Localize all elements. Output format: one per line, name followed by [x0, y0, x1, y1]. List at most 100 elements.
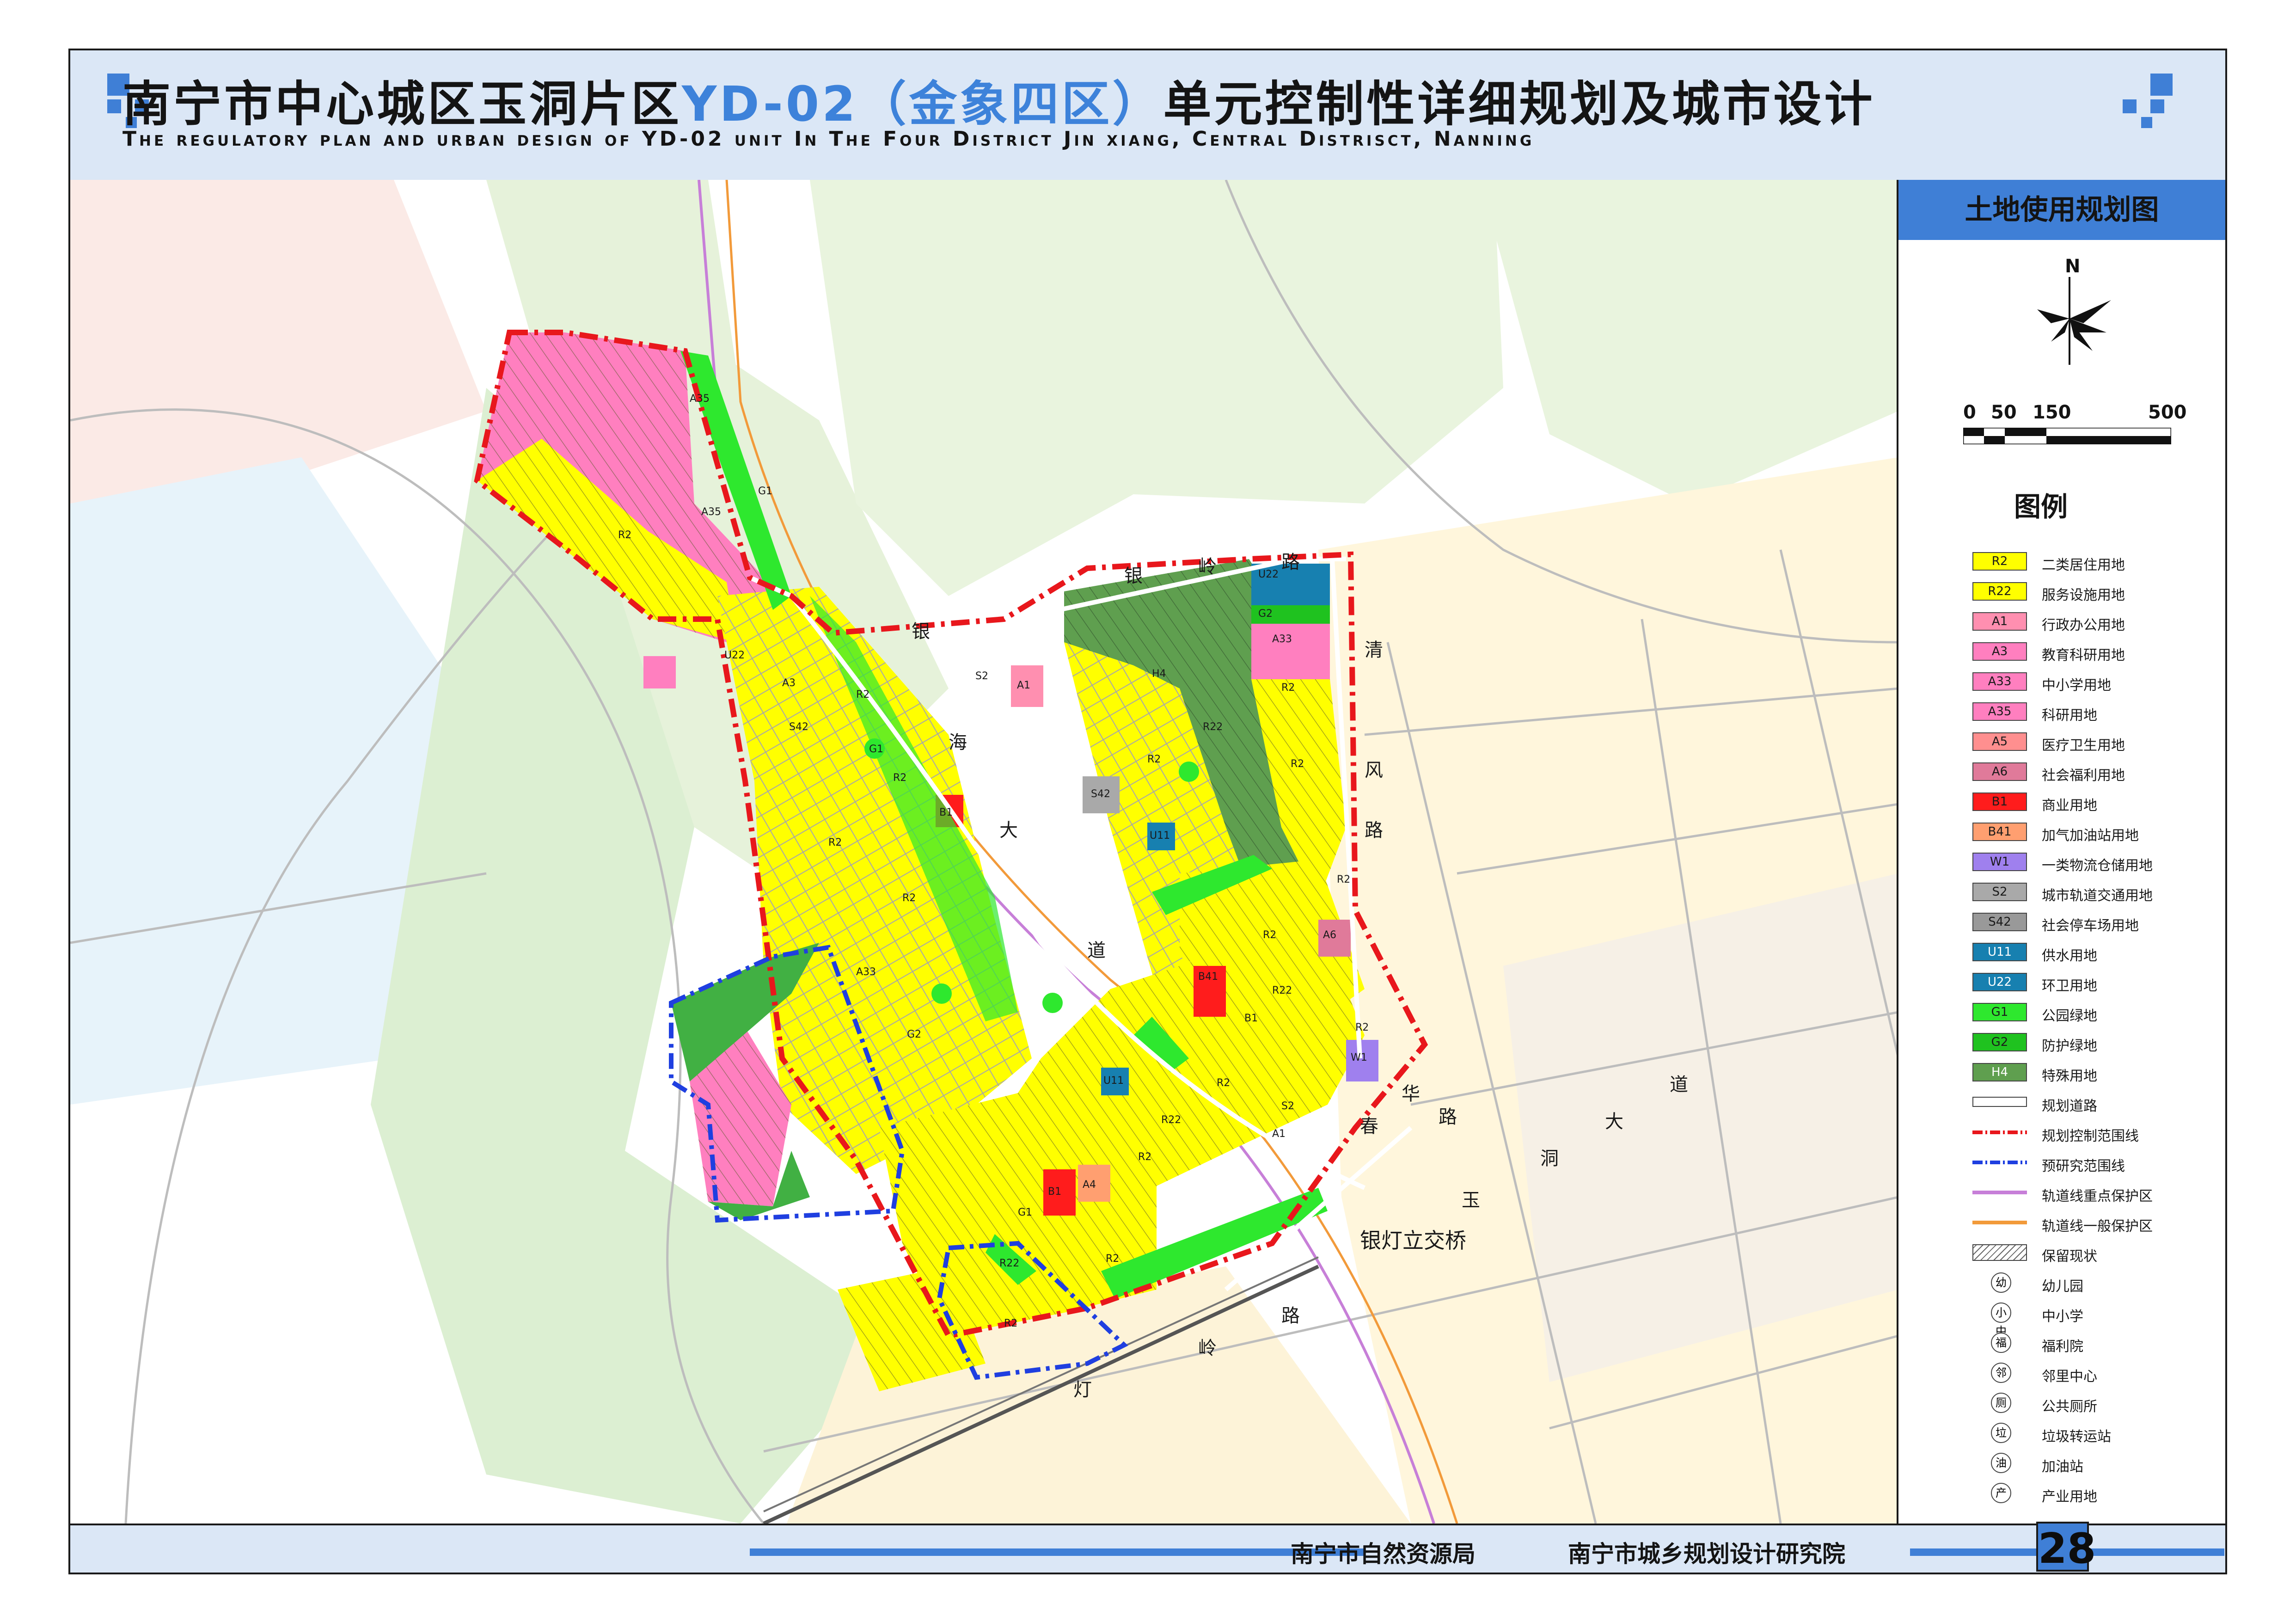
legend-swatch: S42	[1972, 913, 2027, 931]
legend-swatch: H4	[1972, 1063, 2027, 1081]
legend-symbol-icon: 福	[1991, 1333, 2011, 1353]
legend-label: 医疗卫生用地	[2042, 737, 2125, 754]
legend-item: A6 社会福利用地	[1972, 760, 2222, 784]
parcel-label: G1	[869, 743, 883, 755]
road-label: 岭	[1198, 1338, 1217, 1359]
map-canvas: 银 海 大 道 银 岭 路 清 风 路 华 路 春 玉 洞 大 道 路 岭 灯 …	[70, 180, 1897, 1524]
legend-item: A3 教育科研用地	[1972, 640, 2222, 664]
road-label: 银	[912, 621, 930, 642]
legend-swatch	[1972, 1153, 2027, 1172]
legend-swatch	[1972, 1093, 2027, 1112]
scale-graphic	[1963, 428, 2171, 444]
parcel-label: R2	[1147, 754, 1161, 765]
parcel-label: U11	[1103, 1075, 1124, 1087]
legend-label: 垃圾转运站	[2042, 1429, 2111, 1445]
parcel-label: R2	[828, 837, 842, 848]
road-label: 华	[1402, 1083, 1420, 1105]
legend-swatch: R22	[1972, 582, 2027, 601]
legend-line-sample	[1972, 1161, 2027, 1164]
legend-label: 城市轨道交通用地	[2042, 888, 2153, 904]
parcel-label: S2	[975, 670, 988, 682]
page-title: 南宁市中心城区玉洞片区YD-02（金象四区）单元控制性详细规划及城市设计	[122, 65, 2156, 135]
legend-item: 福 福利院	[1972, 1331, 2222, 1355]
parcel-label: R2	[1281, 682, 1295, 694]
legend-item: G2 防护绿地	[1972, 1031, 2222, 1054]
legend-swatch: A5	[1972, 732, 2027, 751]
legend-swatch: G2	[1972, 1033, 2027, 1051]
legend-swatch: A33	[1972, 672, 2027, 691]
legend-item: 轨道线重点保护区	[1972, 1181, 2222, 1204]
legend-item: 幼 幼儿园	[1972, 1271, 2222, 1295]
parcel-label: B41	[1198, 971, 1218, 983]
parcel-label: R2	[902, 892, 916, 904]
parcel-label: W1	[1351, 1052, 1367, 1063]
parcel-label: G2	[907, 1029, 921, 1040]
parcel-label: R2	[1337, 874, 1350, 885]
parcel-label: S2	[1281, 1100, 1294, 1112]
legend-swatch: G1	[1972, 1003, 2027, 1021]
legend-symbol-icon: 幼	[1991, 1272, 2011, 1293]
legend-item: 油 加油站	[1972, 1451, 2222, 1475]
legend-label: 幼儿园	[2042, 1278, 2083, 1295]
parcel-label: A1	[1272, 1128, 1286, 1140]
legend-label: 加油站	[2042, 1459, 2083, 1475]
legend-item: U22 环卫用地	[1972, 971, 2222, 994]
parcel-label: S42	[789, 721, 808, 733]
legend-item: S2 城市轨道交通用地	[1972, 880, 2222, 904]
page-number: 28	[2036, 1522, 2096, 1573]
legend-line-sample	[1972, 1244, 2027, 1261]
legend-label: 保留现状	[2042, 1248, 2097, 1265]
footer-org1: 南宁市自然资源局	[1291, 1541, 1476, 1567]
legend-label: 邻里中心	[2042, 1369, 2097, 1385]
legend-swatch	[1972, 1183, 2027, 1202]
parcel-label: G1	[758, 485, 772, 497]
parcel-label: R22	[1161, 1114, 1181, 1126]
legend-label: 福利院	[2042, 1339, 2083, 1355]
parcel-label: G2	[1258, 608, 1273, 620]
road-label: 路	[1439, 1106, 1457, 1128]
parcel-label: A35	[701, 506, 721, 518]
legend-label: 公园绿地	[2042, 1008, 2097, 1024]
parcel-label: A33	[1272, 633, 1292, 645]
road-label: 路	[1281, 1305, 1300, 1327]
legend-label: 轨道线一般保护区	[2042, 1218, 2153, 1235]
parcel-label: R2	[1291, 758, 1304, 770]
road-label: 大	[1605, 1111, 1623, 1132]
parcel-label: U11	[1150, 830, 1170, 842]
legend-label: 防护绿地	[2042, 1038, 2097, 1054]
road-label: 玉	[1462, 1190, 1480, 1211]
road-label: 清	[1365, 639, 1383, 661]
parcel-label: A35	[690, 393, 710, 405]
parcel-label: R2	[1138, 1151, 1151, 1163]
legend-swatch: R2	[1972, 552, 2027, 571]
legend-swatch: B41	[1972, 823, 2027, 841]
legend-symbol-icon: 邻	[1991, 1363, 2011, 1383]
legend-swatch	[1972, 1123, 2027, 1142]
parcel-label: U22	[724, 650, 745, 661]
legend-symbol-icon: 垃	[1991, 1423, 2011, 1443]
legend-label: 行政办公用地	[2042, 617, 2125, 633]
parcel-label: H4	[1152, 668, 1166, 680]
parcel-label: G1	[1018, 1207, 1032, 1218]
legend-symbol-icon: 小 中	[1991, 1303, 2011, 1338]
legend-line-sample	[1972, 1097, 2027, 1107]
legend-item: G1 公园绿地	[1972, 1001, 2222, 1024]
legend-label: 科研用地	[2042, 707, 2097, 724]
legend-label: 特殊用地	[2042, 1068, 2097, 1084]
legend-item: 规划控制范围线	[1972, 1121, 2222, 1144]
legend-label: 预研究范围线	[2042, 1158, 2125, 1174]
legend-item: 邻 邻里中心	[1972, 1361, 2222, 1385]
road-label: 银	[1124, 565, 1143, 587]
title-part1: 南宁市中心城区玉洞片区	[122, 76, 682, 132]
legend-item: R2 二类居住用地	[1972, 550, 2222, 573]
scale-labels: 0 50 150 500	[1963, 402, 2187, 425]
legend-label: 公共厕所	[2042, 1399, 2097, 1415]
legend-swatch: A35	[1972, 702, 2027, 721]
legend-swatch: A3	[1972, 642, 2027, 661]
parcel-label: R2	[856, 689, 869, 700]
parcel-label: R22	[1203, 721, 1223, 733]
land-use-map: 银 海 大 道 银 岭 路 清 风 路 华 路 春 玉 洞 大 道 路 岭 灯 …	[70, 180, 1898, 1524]
legend-swatch: A1	[1972, 612, 2027, 631]
road-label: 道	[1087, 940, 1106, 961]
road-label: 路	[1281, 552, 1300, 573]
